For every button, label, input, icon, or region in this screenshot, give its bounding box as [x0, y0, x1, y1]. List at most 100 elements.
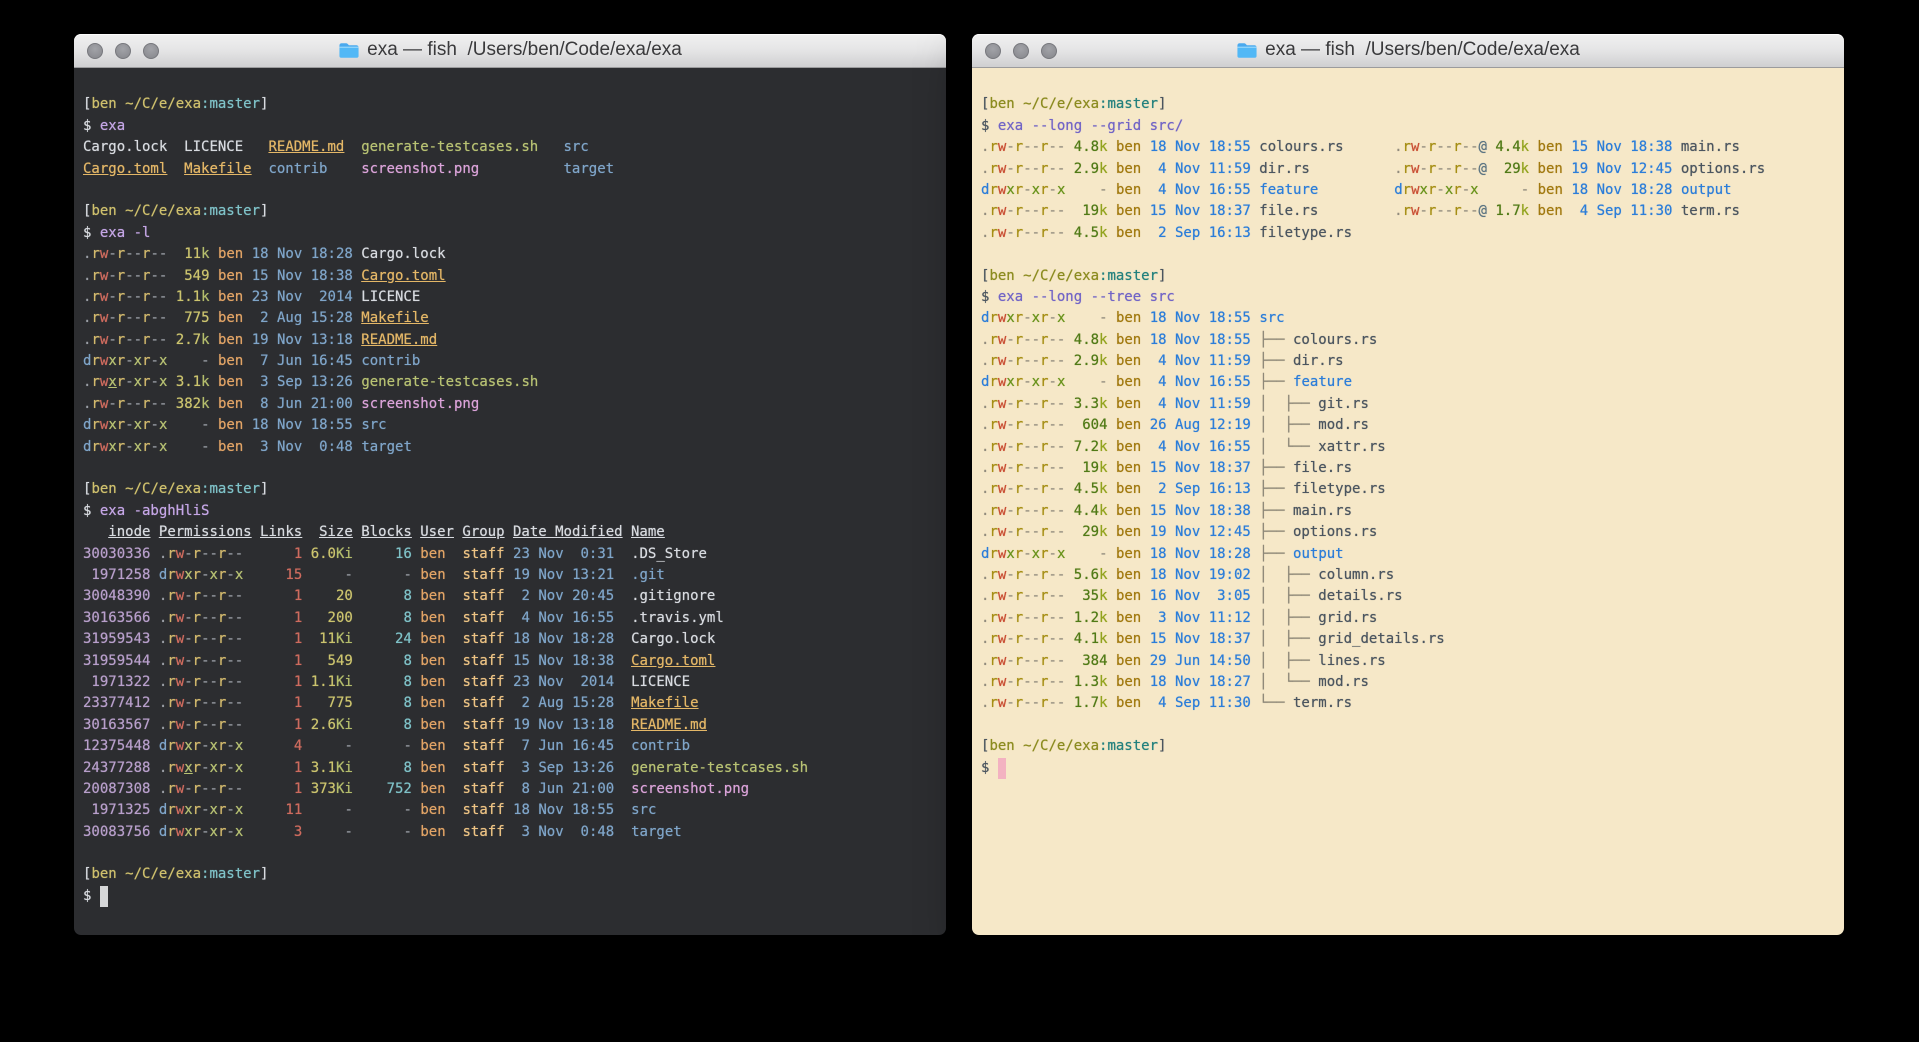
text-segment: staff	[462, 588, 504, 604]
titlebar[interactable]: exa — fish /Users/ben/Code/exa/exa	[74, 34, 946, 68]
text-segment	[1108, 161, 1116, 177]
text-segment: 2.7	[176, 332, 201, 348]
text-segment	[243, 246, 251, 262]
text-segment: w	[176, 760, 184, 776]
text-segment: k	[1099, 353, 1107, 369]
terminal-window-dark: exa — fish /Users/ben/Code/exa/exa [ben …	[74, 34, 946, 936]
text-segment: w	[176, 802, 184, 818]
text-segment: r	[1403, 161, 1411, 177]
text-segment	[1141, 161, 1149, 177]
text-segment	[623, 653, 631, 669]
text-segment: 3.3	[1074, 396, 1099, 412]
text-segment: r	[989, 439, 997, 455]
text-segment: --	[226, 653, 243, 669]
text-segment	[1108, 695, 1116, 711]
terminal-screen-light[interactable]: [ben ~/C/e/exa:master]$ exa --long --gri…	[972, 68, 1844, 935]
text-segment: ben	[1116, 332, 1141, 348]
text-segment: 4.8	[1074, 139, 1099, 155]
terminal-line: 30048390 .rw-r--r-- 1 20 8 ben staff 2 N…	[83, 586, 946, 607]
text-segment: --	[150, 396, 167, 412]
text-segment	[1108, 396, 1116, 412]
text-segment: ├──	[1259, 460, 1293, 476]
terminal-line: 12375448 drwxr-xr-x 4 - - ben staff 7 Ju…	[83, 736, 946, 757]
text-segment: -	[184, 631, 192, 647]
text-segment: ben	[218, 310, 243, 326]
text-segment: -	[1006, 588, 1014, 604]
text-segment	[479, 161, 563, 177]
terminal-line: .rw-r--r-- 4.5k ben 2 Sep 16:13 ├── file…	[981, 479, 1844, 500]
text-segment	[623, 824, 631, 840]
terminal-line: drwxr-xr-x - ben 18 Nov 18:28 ├── output	[981, 544, 1844, 565]
terminal-screen-dark[interactable]: [ben ~/C/e/exa:master]$ exaCargo.lock LI…	[74, 68, 946, 935]
text-segment: --	[1023, 610, 1040, 626]
text-segment: -	[108, 332, 116, 348]
text-segment: 30048390	[83, 588, 150, 604]
text-segment	[1108, 353, 1116, 369]
text-segment	[302, 695, 310, 711]
text-segment	[1141, 332, 1149, 348]
text-segment: 4 Nov 16:55	[1150, 439, 1251, 455]
text-segment: r	[1453, 182, 1461, 198]
text-segment	[150, 588, 158, 604]
text-segment: src	[1259, 310, 1284, 326]
text-segment: x	[235, 802, 243, 818]
text-segment	[243, 738, 251, 754]
text-segment	[1141, 631, 1149, 647]
text-segment: -	[226, 802, 234, 818]
text-segment	[1065, 182, 1073, 198]
text-segment	[243, 717, 251, 733]
text-segment: r	[91, 439, 99, 455]
titlebar[interactable]: exa — fish /Users/ben/Code/exa/exa	[972, 34, 1844, 68]
text-segment: --	[1048, 653, 1065, 669]
folder-icon	[338, 42, 360, 59]
text-segment	[361, 760, 403, 776]
text-segment	[311, 610, 328, 626]
text-segment	[302, 567, 310, 583]
text-segment: r	[193, 717, 201, 733]
text-segment: --	[150, 268, 167, 284]
text-segment	[1074, 182, 1099, 198]
text-segment: -	[1023, 310, 1031, 326]
text-segment: k	[1099, 161, 1107, 177]
text-segment: r	[1015, 588, 1023, 604]
text-segment: --	[1462, 161, 1479, 177]
text-segment: r	[989, 353, 997, 369]
text-segment	[176, 246, 184, 262]
text-segment: --	[1023, 524, 1040, 540]
text-segment: ben	[218, 332, 243, 348]
text-segment: 29 Jun 14:50	[1150, 653, 1251, 669]
terminal-line: .rw-r--r-- 3.3k ben 4 Nov 11:59 │ ├── gi…	[981, 394, 1844, 415]
text-segment: ben	[1116, 588, 1141, 604]
text-segment: -	[403, 802, 411, 818]
text-segment: 8 Jun 21:00	[513, 781, 623, 797]
text-segment: 3 Sep 13:26	[513, 760, 623, 776]
text-segment: r	[989, 674, 997, 690]
text-segment: ]	[260, 96, 268, 112]
text-segment	[150, 738, 158, 754]
text-segment	[176, 310, 184, 326]
text-segment: k	[201, 374, 209, 390]
text-segment	[1672, 161, 1680, 177]
text-segment	[1074, 653, 1082, 669]
text-segment	[150, 760, 158, 776]
text-segment	[1074, 524, 1082, 540]
text-segment	[302, 631, 310, 647]
text-segment: 1.2	[1074, 610, 1099, 626]
text-segment	[302, 588, 310, 604]
terminal-line: .rw-r--r-- 382k ben 8 Jun 21:00 screensh…	[83, 394, 946, 415]
text-segment: --	[1048, 396, 1065, 412]
text-segment: k	[1099, 332, 1107, 348]
text-segment: 18 Nov 18:27	[1150, 674, 1251, 690]
text-segment	[1141, 310, 1149, 326]
text-segment: target	[564, 161, 615, 177]
text-segment: 3.1	[176, 374, 201, 390]
text-segment	[1108, 374, 1116, 390]
text-segment: 1971325	[83, 802, 150, 818]
text-segment: --	[125, 310, 142, 326]
text-segment: r	[989, 460, 997, 476]
text-segment: 3 Nov 0:48	[513, 824, 623, 840]
text-segment: x	[210, 567, 218, 583]
text-segment: 1.1	[176, 289, 201, 305]
text-segment: -	[108, 396, 116, 412]
text-segment	[623, 717, 631, 733]
